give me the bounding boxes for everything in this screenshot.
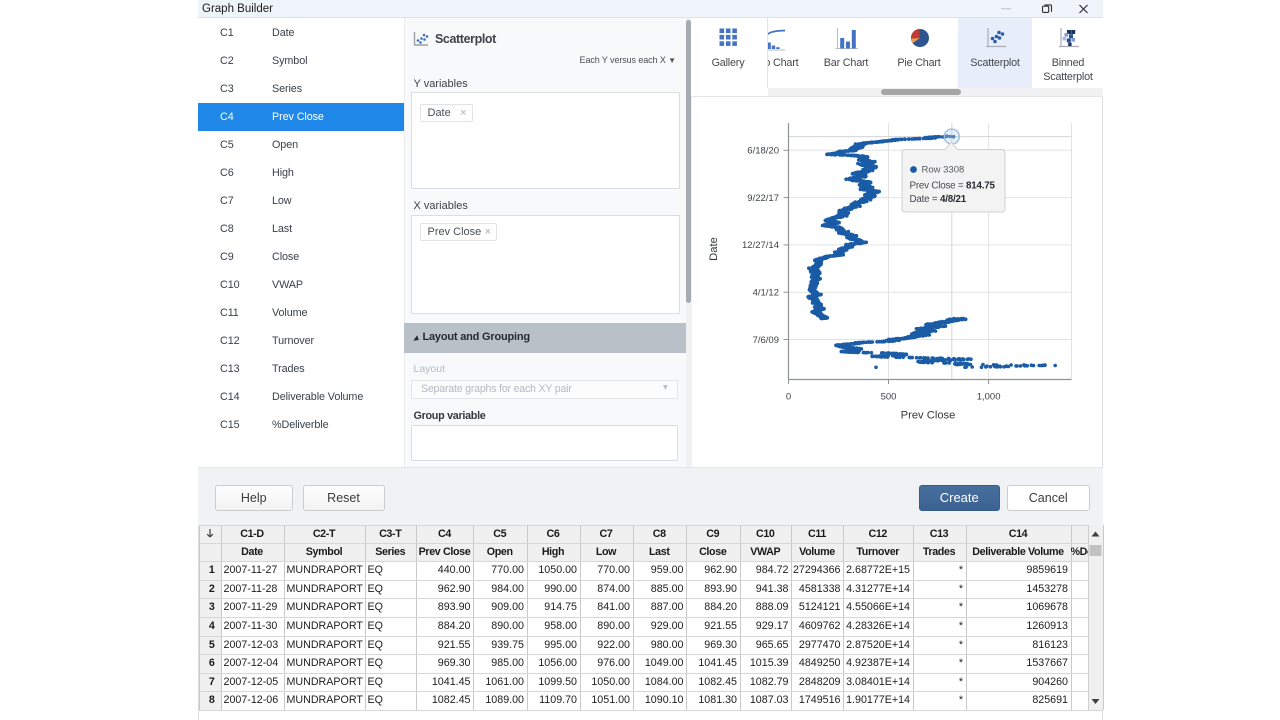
svg-text:500: 500 <box>881 392 897 403</box>
svg-text:Prev Close: Prev Close <box>901 410 956 422</box>
svg-text:Prev Close = 814.75: Prev Close = 814.75 <box>910 181 996 192</box>
svg-text:9/22/17: 9/22/17 <box>747 193 779 204</box>
svg-text:0: 0 <box>786 392 791 403</box>
svg-text:6/18/20: 6/18/20 <box>747 146 779 157</box>
svg-text:7/6/09: 7/6/09 <box>753 335 779 346</box>
svg-text:4/1/12: 4/1/12 <box>753 288 779 299</box>
svg-text:12/27/14: 12/27/14 <box>742 240 779 251</box>
svg-text:Row 3308: Row 3308 <box>922 165 965 176</box>
svg-text:1,000: 1,000 <box>977 392 1001 403</box>
svg-text:Date = 4/8/21: Date = 4/8/21 <box>910 194 967 205</box>
svg-text:Date: Date <box>708 237 720 261</box>
